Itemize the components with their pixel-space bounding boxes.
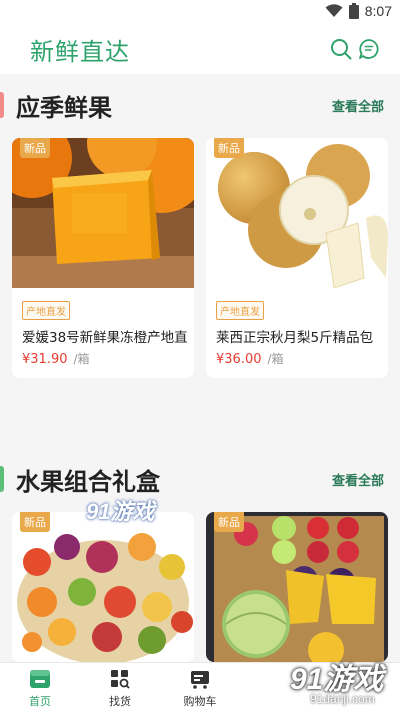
product-price: ¥31.90	[22, 352, 68, 367]
view-all-link[interactable]: 查看全部	[332, 470, 384, 489]
watermark-logo-top: 91游戏	[86, 499, 155, 524]
view-all-link[interactable]: 查看全部	[332, 96, 384, 115]
product-price-row: ¥36.00/箱	[216, 350, 284, 367]
product-unit: /箱	[267, 352, 284, 366]
fruit-basket-image	[12, 512, 194, 662]
tab-find-goods[interactable]: 找货	[80, 663, 160, 710]
product-card[interactable]: 新品	[12, 512, 194, 662]
tab-home[interactable]: 首页	[0, 663, 80, 710]
new-badge: 新品	[20, 512, 50, 532]
search-icon[interactable]	[330, 38, 352, 60]
new-badge: 新品	[214, 512, 244, 532]
origin-tag: 产地直发	[216, 301, 264, 320]
watermark-logo-bottom: 91游戏 91danji.com	[262, 648, 400, 710]
message-icon[interactable]	[358, 38, 380, 60]
tab-label: 购物车	[183, 695, 217, 708]
product-image-gift-box[interactable]	[206, 512, 388, 662]
orange-jelly-image	[12, 138, 194, 288]
product-name: 莱西正宗秋月梨5斤精品包	[216, 330, 374, 346]
status-time: 8:07	[364, 3, 392, 19]
cart-icon	[191, 671, 209, 689]
app-header: 新鲜直达	[0, 24, 400, 74]
gift-box-image	[206, 512, 388, 662]
product-card[interactable]: 新品 产地直发 爱媛38号新鲜果冻橙产地直 ¥31.90/箱	[12, 138, 194, 378]
section-header-seasonal: 应季鲜果 查看全部	[0, 86, 400, 126]
section-accent-bar	[0, 92, 4, 118]
product-image-pear[interactable]	[206, 138, 388, 288]
section-header-giftbox: 水果组合礼盒 查看全部	[0, 460, 400, 500]
section-title: 应季鲜果	[16, 94, 112, 122]
wifi-icon	[325, 4, 343, 17]
watermark-url: 91danji.com	[310, 692, 375, 706]
pear-image	[206, 138, 388, 288]
product-image-orange[interactable]	[12, 138, 194, 288]
home-icon	[30, 670, 50, 688]
new-badge: 新品	[20, 138, 50, 158]
new-badge: 新品	[214, 138, 244, 158]
product-price: ¥36.00	[216, 352, 262, 367]
product-image-fruit-basket[interactable]	[12, 512, 194, 662]
product-card[interactable]: 新品	[206, 512, 388, 662]
origin-tag: 产地直发	[22, 301, 70, 320]
tab-label: 首页	[29, 695, 51, 708]
battery-icon	[348, 3, 359, 19]
product-name: 爱媛38号新鲜果冻橙产地直	[22, 330, 188, 346]
status-icons: 8:07	[325, 3, 392, 19]
section-accent-bar	[0, 466, 4, 492]
tab-label: 找货	[109, 695, 131, 708]
product-price-row: ¥31.90/箱	[22, 350, 90, 367]
section-title: 水果组合礼盒	[16, 468, 160, 496]
product-card[interactable]: 新品 产地直发 莱西正宗秋月梨5斤精品包 ¥36.00/箱	[206, 138, 388, 378]
status-bar: 8:07	[0, 0, 400, 24]
app-logo: 新鲜直达	[30, 38, 130, 66]
tab-cart[interactable]: 购物车	[160, 663, 240, 710]
product-unit: /箱	[73, 352, 90, 366]
grid-search-icon	[111, 670, 130, 689]
